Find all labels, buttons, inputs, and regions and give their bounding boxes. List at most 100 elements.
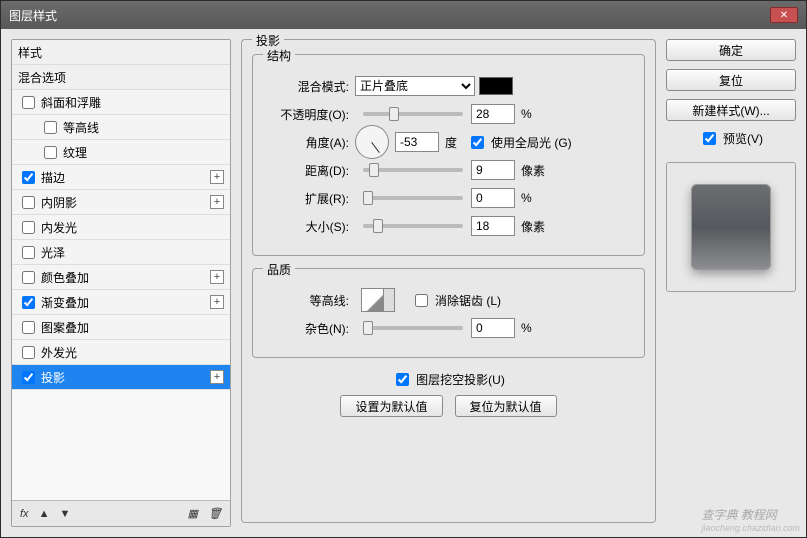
sidebar-footer: fx ▲ ▼ ▦ 🗑 bbox=[12, 500, 230, 526]
use-global-light[interactable]: 使用全局光 (G) bbox=[467, 133, 572, 152]
spread-label: 扩展(R): bbox=[265, 190, 355, 207]
expand-icon[interactable]: + bbox=[210, 195, 224, 209]
right-panel: 确定 复位 新建样式(W)... 预览(V) bbox=[666, 39, 796, 527]
sidebar-item-8[interactable]: 渐变叠加 + bbox=[12, 290, 230, 315]
sidebar-item-checkbox[interactable] bbox=[22, 196, 35, 209]
angle-dial[interactable] bbox=[355, 125, 389, 159]
distance-label: 距离(D): bbox=[265, 162, 355, 179]
sidebar-item-checkbox[interactable] bbox=[44, 121, 57, 134]
layer-style-dialog: 图层样式 ✕ 样式 混合选项 斜面和浮雕等高线纹理描边 + 内阴影 + 内发光光泽颜色叠… bbox=[0, 0, 807, 538]
reset-default-button[interactable]: 复位为默认值 bbox=[455, 395, 557, 417]
size-slider[interactable] bbox=[363, 224, 463, 228]
sidebar-item-checkbox[interactable] bbox=[22, 271, 35, 284]
arrow-down-icon[interactable]: ▼ bbox=[59, 508, 70, 520]
sidebar-item-label: 斜面和浮雕 bbox=[41, 94, 101, 111]
sidebar-item-11[interactable]: 投影 + bbox=[12, 365, 230, 390]
noise-slider[interactable] bbox=[363, 326, 463, 330]
dialog-content: 样式 混合选项 斜面和浮雕等高线纹理描边 + 内阴影 + 内发光光泽颜色叠加+ 渐变叠加 +… bbox=[1, 29, 806, 537]
preview-toggle[interactable]: 预览(V) bbox=[666, 129, 796, 148]
ok-button[interactable]: 确定 bbox=[666, 39, 796, 61]
sidebar-item-7[interactable]: 颜色叠加+ bbox=[12, 265, 230, 290]
set-default-button[interactable]: 设置为默认值 bbox=[340, 395, 442, 417]
opacity-input[interactable] bbox=[471, 104, 515, 124]
blend-mode-select[interactable]: 正片叠底 bbox=[355, 76, 475, 96]
sidebar-item-label: 内发光 bbox=[41, 219, 77, 236]
sidebar-item-10[interactable]: 外发光 bbox=[12, 340, 230, 365]
sidebar-item-6[interactable]: 光泽 bbox=[12, 240, 230, 265]
distance-unit: 像素 bbox=[521, 162, 545, 179]
fx-icon[interactable]: fx bbox=[20, 508, 29, 520]
use-global-checkbox[interactable] bbox=[471, 136, 484, 149]
sidebar-item-2[interactable]: 纹理 bbox=[12, 140, 230, 165]
angle-input[interactable] bbox=[395, 132, 439, 152]
opacity-slider[interactable] bbox=[363, 112, 463, 116]
sidebar-item-1[interactable]: 等高线 bbox=[12, 115, 230, 140]
distance-slider[interactable] bbox=[363, 168, 463, 172]
sidebar-item-checkbox[interactable] bbox=[22, 246, 35, 259]
extra-icon[interactable]: ▦ bbox=[188, 507, 198, 520]
sidebar-item-checkbox[interactable] bbox=[22, 296, 35, 309]
expand-icon[interactable]: + bbox=[210, 270, 224, 284]
sidebar-item-label: 外发光 bbox=[41, 344, 77, 361]
spread-input[interactable] bbox=[471, 188, 515, 208]
cancel-button[interactable]: 复位 bbox=[666, 69, 796, 91]
opacity-label: 不透明度(O): bbox=[265, 106, 355, 123]
sidebar-item-checkbox[interactable] bbox=[22, 346, 35, 359]
distance-input[interactable] bbox=[471, 160, 515, 180]
spread-slider[interactable] bbox=[363, 196, 463, 200]
sidebar-item-checkbox[interactable] bbox=[22, 371, 35, 384]
sidebar-item-label: 内阴影 bbox=[41, 194, 77, 211]
titlebar[interactable]: 图层样式 ✕ bbox=[1, 1, 806, 29]
sidebar-item-label: 纹理 bbox=[63, 144, 87, 161]
new-style-button[interactable]: 新建样式(W)... bbox=[666, 99, 796, 121]
color-swatch[interactable] bbox=[479, 77, 513, 95]
angle-label: 角度(A): bbox=[265, 134, 355, 151]
size-unit: 像素 bbox=[521, 218, 545, 235]
sidebar-item-checkbox[interactable] bbox=[44, 146, 57, 159]
contour-picker[interactable] bbox=[361, 288, 395, 312]
antialias-checkbox[interactable] bbox=[415, 294, 428, 307]
sidebar-header-styles[interactable]: 样式 bbox=[12, 40, 230, 65]
sidebar-item-checkbox[interactable] bbox=[22, 171, 35, 184]
expand-icon[interactable]: + bbox=[210, 170, 224, 184]
preview-thumbnail bbox=[691, 184, 771, 270]
sidebar-item-0[interactable]: 斜面和浮雕 bbox=[12, 90, 230, 115]
trash-icon[interactable]: 🗑 bbox=[208, 507, 222, 520]
sidebar-item-label: 等高线 bbox=[63, 119, 99, 136]
sidebar-item-4[interactable]: 内阴影 + bbox=[12, 190, 230, 215]
size-input[interactable] bbox=[471, 216, 515, 236]
sidebar-header-blend[interactable]: 混合选项 bbox=[12, 65, 230, 90]
angle-unit: 度 bbox=[445, 134, 457, 151]
close-button[interactable]: ✕ bbox=[770, 7, 798, 23]
sidebar-item-checkbox[interactable] bbox=[22, 321, 35, 334]
effect-panel: 投影 结构 混合模式: 正片叠底 不透明度(O): % bbox=[241, 39, 656, 527]
expand-icon[interactable]: + bbox=[210, 370, 224, 384]
quality-title: 品质 bbox=[263, 261, 295, 278]
knockout-checkbox[interactable] bbox=[396, 373, 409, 386]
quality-group: 品质 等高线: 消除锯齿 (L) 杂色(N): % bbox=[252, 268, 645, 358]
sidebar-item-3[interactable]: 描边 + bbox=[12, 165, 230, 190]
sidebar-item-label: 渐变叠加 bbox=[41, 294, 89, 311]
styles-sidebar: 样式 混合选项 斜面和浮雕等高线纹理描边 + 内阴影 + 内发光光泽颜色叠加+ 渐变叠加 +… bbox=[11, 39, 231, 527]
noise-input[interactable] bbox=[471, 318, 515, 338]
blend-mode-label: 混合模式: bbox=[265, 78, 355, 95]
sidebar-item-label: 投影 bbox=[41, 369, 65, 386]
sidebar-item-label: 图案叠加 bbox=[41, 319, 89, 336]
sidebar-item-5[interactable]: 内发光 bbox=[12, 215, 230, 240]
sidebar-item-9[interactable]: 图案叠加 bbox=[12, 315, 230, 340]
sidebar-item-checkbox[interactable] bbox=[22, 221, 35, 234]
contour-label: 等高线: bbox=[265, 292, 355, 309]
noise-label: 杂色(N): bbox=[265, 320, 355, 337]
sidebar-item-checkbox[interactable] bbox=[22, 96, 35, 109]
spread-unit: % bbox=[521, 191, 532, 205]
structure-group: 结构 混合模式: 正片叠底 不透明度(O): % 角度(A): bbox=[252, 54, 645, 256]
watermark: 查字典 教程网 jiaocheng.chazidian.com bbox=[701, 506, 800, 533]
antialias[interactable]: 消除锯齿 (L) bbox=[411, 291, 501, 310]
knockout-row[interactable]: 图层挖空投影(U) bbox=[252, 370, 645, 389]
sidebar-item-label: 描边 bbox=[41, 169, 65, 186]
preview-checkbox[interactable] bbox=[703, 132, 716, 145]
expand-icon[interactable]: + bbox=[210, 295, 224, 309]
window-title: 图层样式 bbox=[9, 7, 57, 24]
preview-box bbox=[666, 162, 796, 292]
arrow-up-icon[interactable]: ▲ bbox=[39, 508, 50, 520]
